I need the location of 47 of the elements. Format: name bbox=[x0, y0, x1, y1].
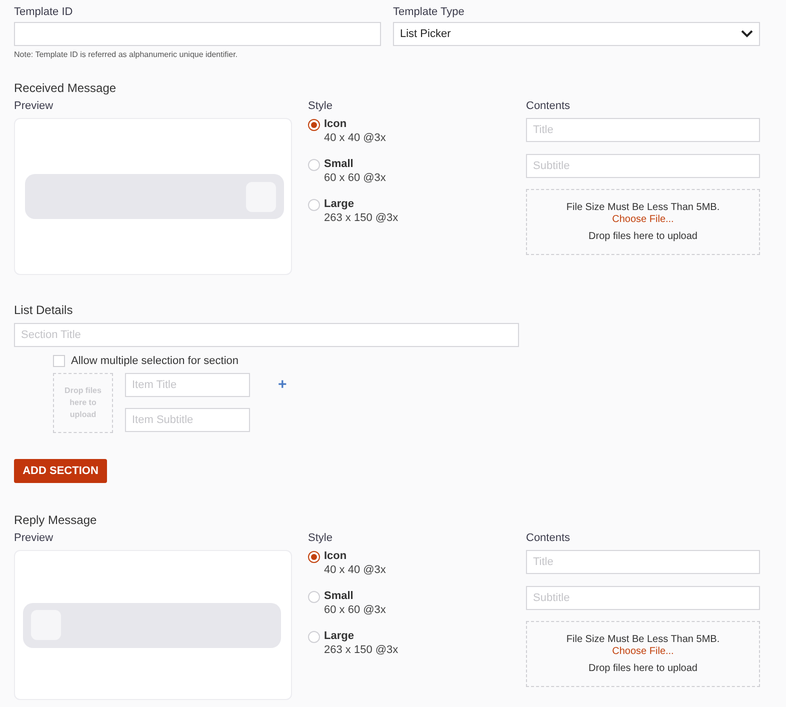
file-drop-zone[interactable]: File Size Must Be Less Than 5MB. Choose File... Drop files here to upload bbox=[526, 189, 760, 255]
style-option-size: 40 x 40 @3x bbox=[324, 564, 386, 576]
contents-label: Contents bbox=[526, 532, 572, 544]
template-type-dropdown[interactable]: List Picker bbox=[393, 22, 760, 46]
choose-file-link[interactable]: Choose File... bbox=[612, 214, 674, 225]
style-option-size: 60 x 60 @3x bbox=[324, 172, 386, 184]
template-id-note: Note: Template ID is referred as alphanumeric unique identifier. bbox=[14, 50, 239, 59]
template-id-label: Template ID bbox=[14, 6, 74, 18]
item-title-field[interactable]: Item Title bbox=[125, 373, 250, 397]
file-size-note: File Size Must Be Less Than 5MB. bbox=[566, 634, 720, 645]
preview-label: Preview bbox=[14, 532, 54, 544]
chevron-down-icon bbox=[741, 30, 753, 38]
style-option-size: 60 x 60 @3x bbox=[324, 604, 386, 616]
style-option-name: Icon bbox=[324, 118, 348, 130]
section-heading: Reply Message bbox=[14, 513, 98, 527]
style-option-name: Icon bbox=[324, 550, 348, 562]
contents-label: Contents bbox=[526, 100, 572, 112]
style-label: Style bbox=[308, 532, 334, 544]
preview-label: Preview bbox=[14, 100, 54, 112]
file-size-note: File Size Must Be Less Than 5MB. bbox=[566, 202, 720, 213]
style-option-name: Large bbox=[324, 630, 355, 642]
checkbox[interactable] bbox=[53, 355, 65, 367]
style-label: Style bbox=[308, 100, 334, 112]
style-option-size: 263 x 150 @3x bbox=[324, 212, 398, 224]
radio-button[interactable] bbox=[308, 551, 320, 563]
title-field[interactable]: Title bbox=[526, 550, 760, 574]
style-option-name: Small bbox=[324, 158, 354, 170]
drop-files-text: Drop files here to upload bbox=[588, 663, 698, 674]
item-subtitle-field[interactable]: Item Subtitle bbox=[125, 408, 250, 432]
choose-file-link[interactable]: Choose File... bbox=[612, 646, 674, 657]
add-section-button[interactable]: ADD SECTION bbox=[14, 459, 107, 483]
section-title-field[interactable]: Section Title bbox=[14, 323, 519, 347]
subtitle-field[interactable]: Subtitle bbox=[526, 154, 760, 178]
section-heading: List Details bbox=[14, 303, 74, 317]
title-field[interactable]: Title bbox=[526, 118, 760, 142]
subtitle-field[interactable]: Subtitle bbox=[526, 586, 760, 610]
style-option-size: 40 x 40 @3x bbox=[324, 132, 386, 144]
radio-button[interactable] bbox=[308, 119, 320, 131]
section-heading: Received Message bbox=[14, 81, 118, 95]
checkbox-label: Allow multiple selection for section bbox=[71, 355, 239, 367]
style-option-size: 263 x 150 @3x bbox=[324, 644, 398, 656]
template-type-label: Template Type bbox=[393, 6, 466, 18]
add-item-button[interactable]: + bbox=[278, 377, 287, 393]
style-option-name: Small bbox=[324, 590, 354, 602]
style-option-name: Large bbox=[324, 198, 355, 210]
drop-files-text: Drop files here to upload bbox=[588, 231, 698, 242]
file-drop-zone[interactable]: File Size Must Be Less Than 5MB. Choose File... Drop files here to upload bbox=[526, 621, 760, 687]
